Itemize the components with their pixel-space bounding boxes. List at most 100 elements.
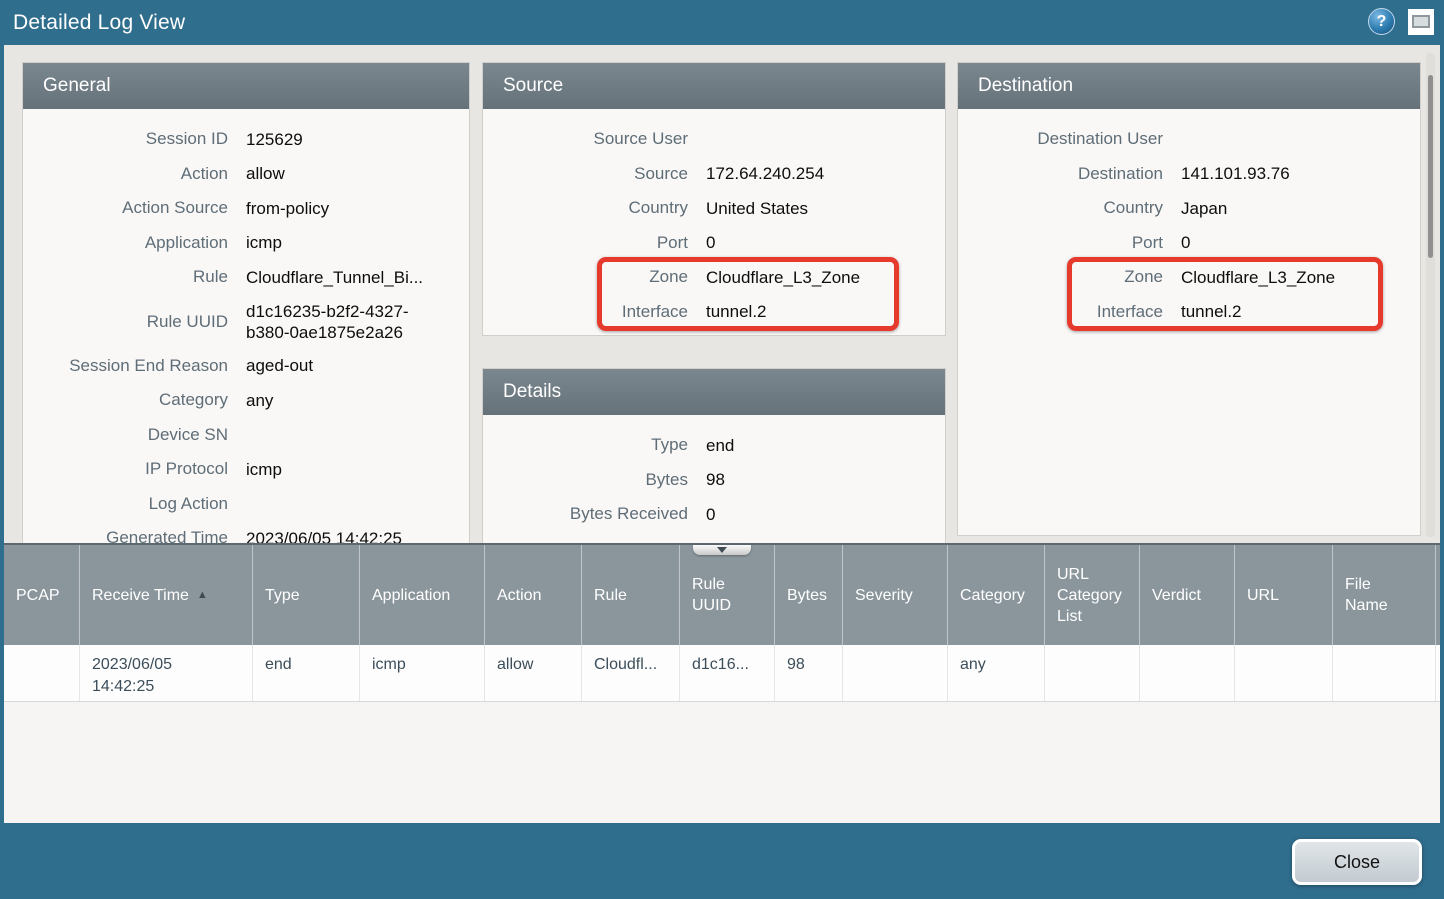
column-header-severity[interactable]: Severity [843, 545, 948, 645]
column-header-label: Receive Time [92, 585, 189, 606]
field-label: Session ID [23, 129, 228, 149]
field-value: 172.64.240.254 [706, 163, 824, 184]
field-label: Port [958, 233, 1163, 253]
field-label: Rule [23, 267, 228, 287]
field-row-action: Actionallow [23, 157, 469, 192]
field-label: Country [958, 198, 1163, 218]
column-header-label: Verdict [1152, 585, 1201, 606]
column-header-label: PCAP [16, 585, 60, 606]
column-header-category[interactable]: Category [948, 545, 1045, 645]
titlebar: Detailed Log View ? [0, 0, 1444, 45]
field-value: 98 [706, 469, 725, 490]
field-row-application: Applicationicmp [23, 226, 469, 261]
column-header-file-name[interactable]: File Name [1333, 545, 1436, 645]
field-label: Rule UUID [23, 312, 228, 332]
field-row-category: Categoryany [23, 383, 469, 418]
panel-destination-header: Destination [958, 63, 1420, 109]
column-header-receive-time[interactable]: Receive Time ▲ [80, 545, 253, 645]
field-label: Zone [483, 267, 688, 287]
field-row-rule-uuid: Rule UUID d1c16235-b2f2-4327-b380-0ae1875… [23, 295, 469, 349]
field-row-session-id: Session ID 125629 [23, 122, 469, 157]
field-value: 0 [706, 232, 715, 253]
field-label: Destination [958, 164, 1163, 184]
cell-url [1235, 645, 1333, 701]
column-header-label: Bytes [787, 585, 827, 606]
field-value: 125629 [246, 129, 303, 150]
table-row[interactable]: 2023/06/05 14:42:25 end icmp allow Cloud… [4, 645, 1440, 702]
panel-destination: Destination Destination User Destination… [957, 62, 1421, 536]
column-header-label: Application [372, 585, 450, 606]
close-button[interactable]: Close [1292, 839, 1422, 885]
field-value: Cloudflare_L3_Zone [706, 267, 860, 288]
collapse-handle-icon[interactable] [693, 545, 751, 555]
field-row-source-user: Source User [483, 122, 945, 157]
field-label: Session End Reason [23, 356, 228, 376]
field-label: Country [483, 198, 688, 218]
field-row-source: Source172.64.240.254 [483, 157, 945, 192]
column-header-verdict[interactable]: Verdict [1140, 545, 1235, 645]
panel-general-header: General [23, 63, 469, 109]
column-header-type[interactable]: Type [253, 545, 360, 645]
panel-details-header: Details [483, 369, 945, 415]
panel-destination-body: Destination User Destination141.101.93.7… [958, 109, 1420, 329]
column-header-label: Type [265, 585, 300, 606]
field-row-bytes-received: Bytes Received 0 [483, 497, 945, 532]
field-row-session-end-reason: Session End Reasonaged-out [23, 349, 469, 384]
column-header-bytes[interactable]: Bytes [775, 545, 843, 645]
field-label: Device SN [23, 425, 228, 445]
window-icon[interactable] [1408, 9, 1434, 35]
field-value: United States [706, 198, 808, 219]
column-header-pcap[interactable]: PCAP [4, 545, 80, 645]
window-icon-glyph [1412, 15, 1430, 28]
field-value: tunnel.2 [706, 301, 767, 322]
column-header-label: URL [1247, 585, 1279, 606]
field-label: Bytes Received [483, 504, 688, 524]
column-header-action[interactable]: Action [485, 545, 582, 645]
field-value: 0 [706, 504, 715, 525]
cell-rule-uuid: d1c16... [680, 645, 775, 701]
column-header-rule[interactable]: Rule [582, 545, 680, 645]
panel-source-body: Source User Source172.64.240.254 Country… [483, 109, 945, 329]
column-header-label: Severity [855, 585, 913, 606]
column-header-label: Action [497, 585, 541, 606]
table-header-row: PCAP Receive Time ▲ Type Application Acti… [4, 545, 1440, 645]
field-value: Cloudflare_L3_Zone [1181, 267, 1335, 288]
column-header-application[interactable]: Application [360, 545, 485, 645]
field-row-destination-zone: ZoneCloudflare_L3_Zone [958, 260, 1420, 295]
field-label: Source User [483, 129, 688, 149]
panel-source: Source Source User Source172.64.240.254 … [482, 62, 946, 336]
field-value: allow [246, 163, 285, 184]
sort-ascending-icon: ▲ [197, 585, 208, 606]
cell-verdict [1140, 645, 1235, 701]
cell-action: allow [485, 645, 582, 701]
field-label: Destination User [958, 129, 1163, 149]
cell-file-name [1333, 645, 1436, 701]
detailed-log-view-dialog: { "titlebar": { "title": "Detailed Log V… [0, 0, 1444, 899]
field-row-source-zone: Zone Cloudflare_L3_Zone [483, 260, 945, 295]
field-label: Port [483, 233, 688, 253]
column-header-rule-uuid[interactable]: Rule UUID [680, 545, 775, 645]
field-row-bytes: Bytes98 [483, 463, 945, 498]
field-value: 0 [1181, 232, 1190, 253]
field-row-device-sn: Device SN [23, 418, 469, 453]
titlebar-icons: ? [1368, 8, 1434, 35]
field-row-rule: RuleCloudflare_Tunnel_Bi... [23, 260, 469, 295]
help-icon[interactable]: ? [1368, 8, 1395, 35]
field-value: end [706, 435, 734, 456]
field-value: icmp [246, 232, 282, 253]
field-row-destination-interface: Interfacetunnel.2 [958, 295, 1420, 330]
column-header-url-category-list[interactable]: URL Category List [1045, 545, 1140, 645]
field-label: Action Source [23, 198, 228, 218]
field-row-source-country: Country United States [483, 191, 945, 226]
field-value: d1c16235-b2f2-4327-b380-0ae1875e2a26 [246, 301, 436, 343]
cell-type: end [253, 645, 360, 701]
field-label: Category [23, 390, 228, 410]
scrollbar-thumb[interactable] [1428, 75, 1433, 258]
column-header-label: Rule [594, 585, 627, 606]
field-row-source-interface: Interfacetunnel.2 [483, 295, 945, 330]
field-row-action-source: Action Sourcefrom-policy [23, 191, 469, 226]
column-header-url[interactable]: URL [1235, 545, 1333, 645]
field-row-destination-user: Destination User [958, 122, 1420, 157]
field-row-source-port: Port 0 [483, 226, 945, 261]
column-header-label: Rule UUID [692, 574, 731, 616]
